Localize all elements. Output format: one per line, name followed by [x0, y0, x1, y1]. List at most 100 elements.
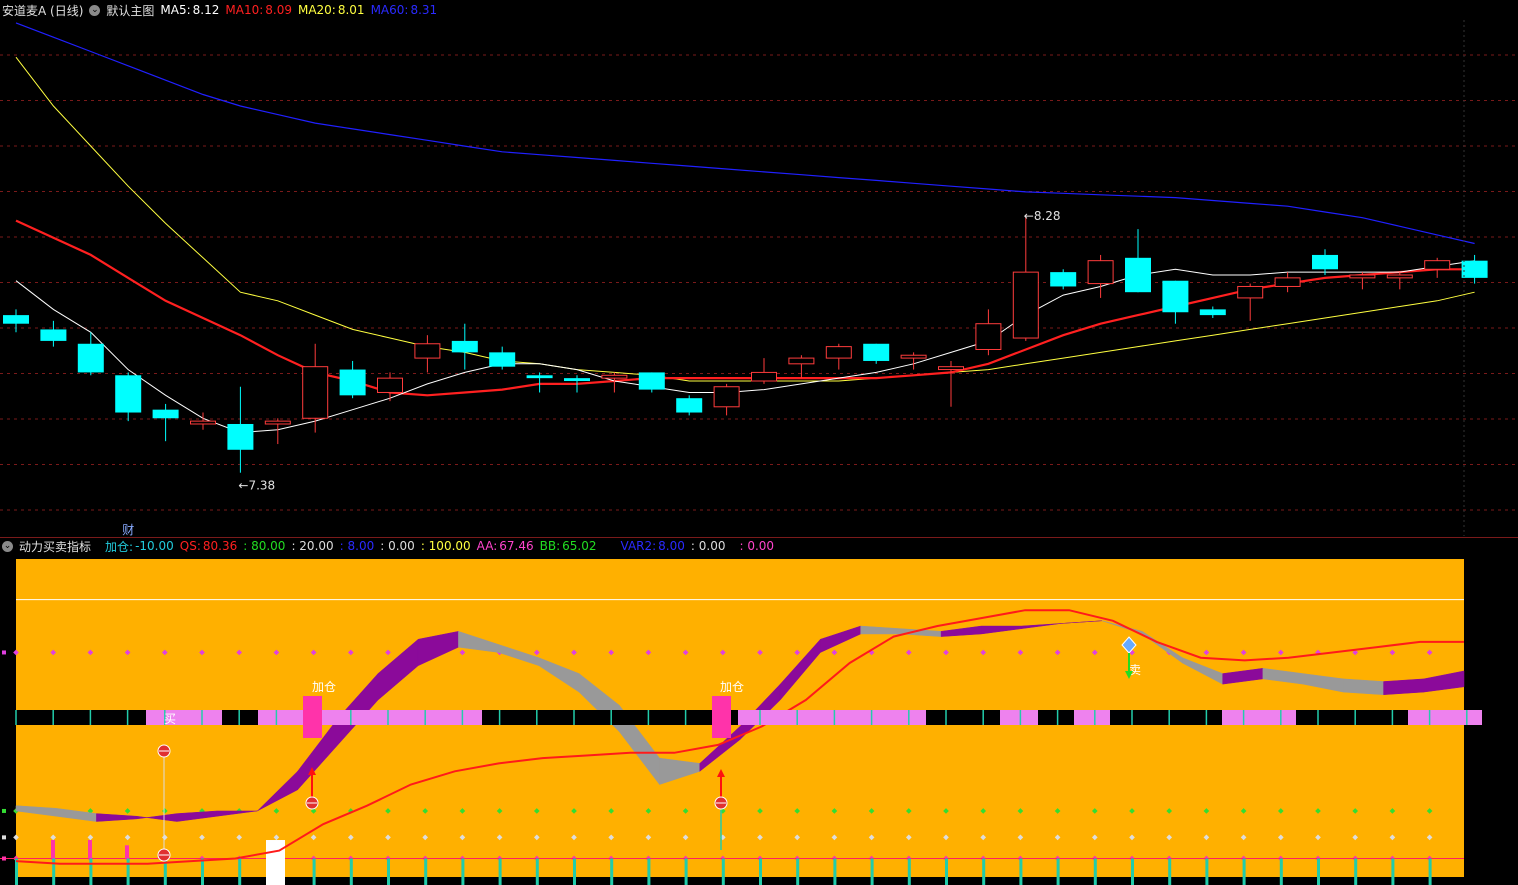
candle	[676, 395, 703, 416]
candle	[190, 412, 216, 430]
teal-bar	[424, 858, 428, 885]
candle	[77, 332, 104, 376]
magenta-bar	[88, 840, 92, 859]
candle	[788, 355, 815, 379]
qs-value: 80.36	[202, 539, 238, 553]
candle-body	[1461, 260, 1488, 278]
candle	[115, 372, 142, 422]
aa-value: 67.46	[499, 539, 534, 553]
jiacang-label: 加仓:	[105, 539, 134, 554]
teal-bar	[647, 858, 651, 885]
aa-label: AA:	[476, 539, 498, 553]
candle	[1461, 254, 1488, 284]
teal-bar	[15, 858, 18, 885]
candle	[414, 335, 441, 373]
pink-segment	[146, 710, 222, 725]
teal-bar	[759, 858, 762, 885]
candle	[938, 360, 964, 407]
magenta-bar	[125, 845, 129, 859]
teal-bar	[1279, 858, 1283, 885]
candle	[451, 323, 478, 370]
candle-body	[264, 420, 291, 425]
signal-label: 买	[164, 712, 176, 726]
candle-body	[751, 371, 777, 382]
candle	[377, 372, 403, 402]
level-dot-edge	[2, 856, 6, 861]
teal-bar	[1391, 858, 1395, 885]
candle	[975, 309, 1002, 356]
candle	[1125, 229, 1151, 293]
teal-bar	[945, 858, 948, 885]
teal-bar	[349, 858, 353, 885]
teal-bar	[982, 858, 986, 885]
candle	[1349, 272, 1376, 290]
candle	[1162, 280, 1189, 324]
candle	[1386, 272, 1413, 290]
teal-bar	[1056, 858, 1060, 885]
chart-window: 安道麦A (日线) ⌄ 默认主图 MA5: 8.12 MA10: 8.09 MA…	[0, 0, 1518, 885]
candle-body	[190, 420, 216, 425]
ma10-line	[15, 219, 1475, 397]
candle-body	[152, 409, 179, 419]
jiacang-value: -10.00	[135, 539, 174, 553]
candle-body	[377, 377, 403, 393]
candle	[1012, 214, 1039, 341]
teal-bar	[1354, 858, 1358, 885]
teal-bar	[1131, 858, 1134, 885]
candle	[526, 372, 553, 393]
candle-body	[1050, 272, 1077, 287]
candle	[152, 403, 179, 442]
magenta-bar	[51, 840, 55, 859]
indicator-chart[interactable]: 加仓买卖加仓	[0, 555, 1518, 885]
teal-bar	[1317, 858, 1320, 885]
candle-body	[825, 346, 852, 359]
jiacang-marker	[712, 696, 731, 738]
teal-bar	[201, 858, 204, 885]
pink-segment	[738, 710, 926, 725]
level-dot-edge	[2, 650, 6, 655]
candle-body	[414, 343, 441, 359]
chevron-circle-icon[interactable]: ⌄	[2, 540, 13, 552]
candle	[863, 343, 890, 364]
candle-body	[227, 423, 254, 450]
teal-bar	[684, 858, 688, 885]
indicator-title[interactable]: 动力买卖指标	[19, 538, 91, 555]
candle-body	[3, 315, 29, 324]
candle-body	[1386, 274, 1413, 279]
pink-segment	[1074, 710, 1110, 725]
candle	[1237, 283, 1264, 321]
jiacang-marker	[303, 696, 322, 738]
teal-bar	[461, 858, 465, 885]
teal-bar	[870, 858, 874, 885]
candle	[1199, 306, 1226, 318]
teal-bar	[721, 858, 725, 885]
candle	[1424, 257, 1451, 278]
candle	[264, 418, 291, 445]
candle-body	[1125, 257, 1151, 293]
zero-value-3: : 0.00	[739, 539, 775, 553]
level-dot-edge	[2, 835, 6, 840]
indicator-header: ⌄ 动力买卖指标 加仓: -10.00 QS: 80.36 : 80.00 : …	[2, 536, 780, 556]
level-dot-edge	[2, 808, 6, 813]
teal-bar	[498, 858, 502, 885]
candle	[713, 383, 740, 416]
teal-bar	[610, 858, 614, 885]
candle-body	[601, 374, 628, 379]
price-chart[interactable]: ←7.38 ←8.28 财	[0, 0, 1518, 538]
level-blue-value: : 8.00	[339, 539, 375, 553]
candle-body	[115, 375, 142, 413]
price-annotation: ←8.28	[1024, 209, 1061, 223]
teal-bar	[535, 858, 539, 885]
var2-label: VAR2:	[620, 539, 657, 553]
teal-bar	[387, 858, 390, 885]
var2-value: 8.00	[658, 539, 685, 553]
teal-bar	[1205, 858, 1209, 885]
price-annotation: 财	[122, 523, 134, 537]
pink-segment	[1222, 710, 1296, 725]
candle	[3, 309, 29, 333]
teal-bar	[126, 858, 130, 885]
candle-body	[302, 366, 329, 419]
pink-segment	[1408, 710, 1482, 725]
candle-body	[1349, 274, 1376, 279]
candle-body	[1162, 280, 1189, 313]
